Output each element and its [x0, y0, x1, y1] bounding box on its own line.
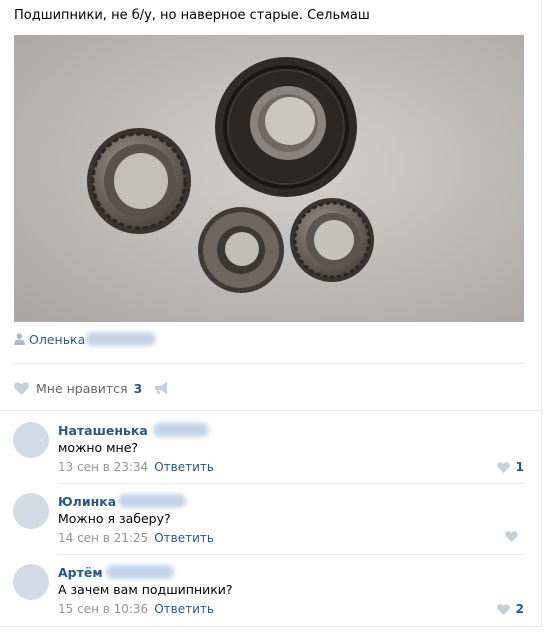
- divider: [14, 363, 524, 364]
- divider: [58, 554, 524, 555]
- comment-author[interactable]: Наташенька: [58, 422, 209, 438]
- author-name-redacted: [86, 332, 157, 346]
- post-card: Подшипники, не б/у, но наверное старые. …: [0, 0, 542, 627]
- comment-author-name[interactable]: Наташенька: [58, 423, 148, 438]
- comment-time[interactable]: 14 сен в 21:25: [58, 531, 148, 545]
- post-photo[interactable]: [14, 35, 524, 322]
- comment-like-button[interactable]: 2: [496, 602, 524, 616]
- comment-author[interactable]: Юлинка: [58, 493, 187, 509]
- author-surname-redacted: [105, 565, 174, 579]
- comments-divider: [0, 410, 541, 411]
- post-author[interactable]: Оленька: [14, 331, 157, 347]
- bearing-right: [290, 198, 374, 282]
- bearing-left: [87, 128, 191, 234]
- avatar[interactable]: [13, 493, 49, 529]
- avatar[interactable]: [13, 422, 49, 458]
- post-text: Подшипники, не б/у, но наверное старые. …: [14, 8, 370, 23]
- bearing-small: [198, 207, 284, 293]
- user-icon: [14, 333, 25, 345]
- comment-meta: 15 сен в 10:36 Ответить: [58, 602, 214, 616]
- like-count: 3: [133, 380, 143, 396]
- like-label: Мне нравится: [36, 380, 128, 396]
- heart-icon: [505, 531, 518, 542]
- comment-meta: 14 сен в 21:25 Ответить: [58, 531, 214, 545]
- comment-like-count: 1: [515, 460, 524, 474]
- post-actions: Мне нравится 3: [14, 378, 170, 398]
- heart-icon: [496, 603, 510, 615]
- comment-author[interactable]: Артём: [58, 564, 174, 580]
- author-surname-redacted: [152, 423, 209, 437]
- comment-meta: 13 сен в 23:34 Ответить: [58, 460, 214, 474]
- comment: Юлинка Можно я заберу? 14 сен в 21:25 Отв…: [0, 493, 541, 563]
- heart-icon: [14, 381, 29, 395]
- author-surname-redacted: [118, 494, 187, 508]
- divider: [58, 483, 524, 484]
- bearings-photo: [14, 35, 524, 322]
- reply-button[interactable]: Ответить: [154, 531, 214, 545]
- comment-author-name[interactable]: Артём: [58, 565, 103, 580]
- comment-like-button[interactable]: [505, 531, 524, 542]
- comment: Наташенька можно мне? 13 сен в 23:34 Отве…: [0, 422, 541, 492]
- comment-like-button[interactable]: 1: [496, 460, 524, 474]
- author-name[interactable]: Оленька: [29, 332, 85, 347]
- avatar[interactable]: [13, 564, 49, 600]
- reply-button[interactable]: Ответить: [154, 602, 214, 616]
- comment-text: А зачем вам подшипники?: [58, 582, 233, 597]
- like-button[interactable]: Мне нравится 3: [14, 381, 142, 396]
- megaphone-icon[interactable]: [154, 381, 170, 395]
- bearing-large: [215, 57, 357, 197]
- heart-icon: [496, 461, 510, 473]
- comment-time[interactable]: 15 сен в 10:36: [58, 602, 148, 616]
- comment: Артём А зачем вам подшипники? 15 сен в 1…: [0, 564, 541, 634]
- comment-like-count: 2: [515, 602, 524, 616]
- comment-text: Можно я заберу?: [58, 511, 171, 526]
- comment-author-name[interactable]: Юлинка: [58, 494, 116, 509]
- comment-time[interactable]: 13 сен в 23:34: [58, 460, 148, 474]
- comment-text: можно мне?: [58, 440, 139, 455]
- reply-button[interactable]: Ответить: [154, 460, 214, 474]
